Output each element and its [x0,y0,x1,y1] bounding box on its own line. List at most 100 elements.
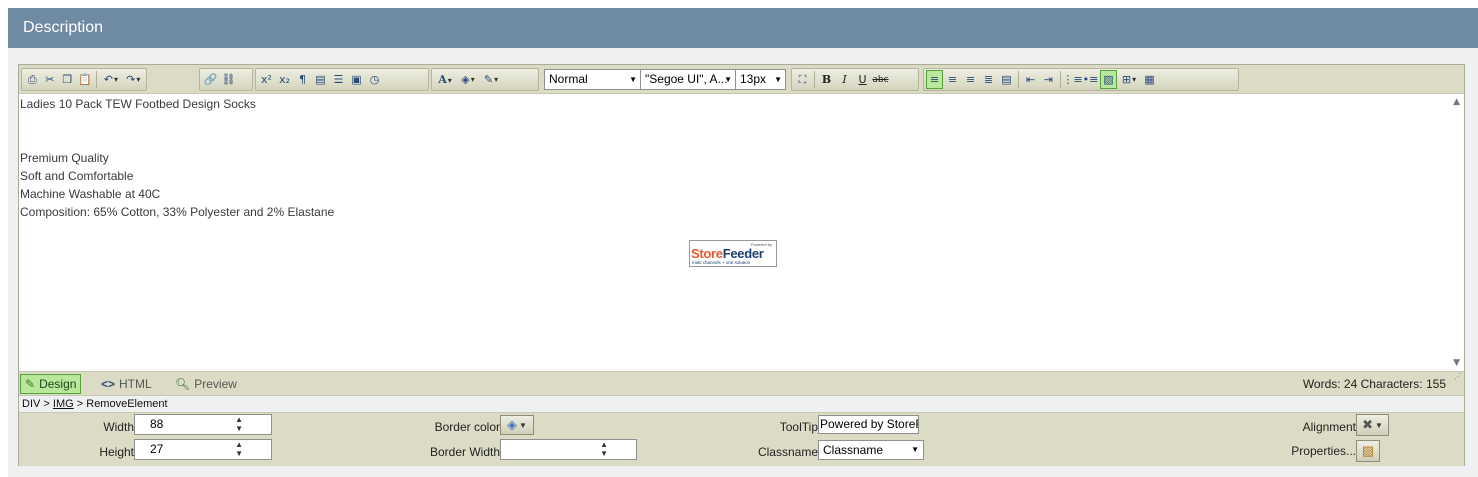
chevron-down-icon: ▼ [519,420,527,430]
toolbar-group-text-style: ⛶ B I U abc [791,68,919,91]
undo-icon[interactable]: ↶ [100,70,121,89]
resize-grip-icon[interactable]: ⋰ [1454,372,1462,381]
logo-tagline: multi channels + one solution [692,260,751,265]
tab-preview[interactable]: 🔍︎ Preview [171,374,241,394]
toolbar-group-insert: x² x₂ ¶ ▤ ☰ ▣ ◷ [255,68,429,91]
image-properties-button[interactable]: ▨ [1356,440,1380,462]
toolbar-group-colors: A ◈ ✎ [431,68,539,91]
width-value: 88 [150,417,164,431]
logo-brand-store: Store [691,246,723,261]
image-properties-panel: Width 88 ▲ ▼ Height 27 ▲ ▼ Border color ◈ … [19,412,1464,466]
width-input[interactable]: 88 ▲ ▼ [134,414,272,435]
outdent-icon[interactable]: ⇤ [1022,70,1039,89]
format-select[interactable]: Normal ▼ [544,69,641,90]
indent-icon[interactable]: ⇥ [1040,70,1057,89]
height-input[interactable]: 27 ▲ ▼ [134,439,272,460]
logo-brand-feeder: Feeder [722,246,764,261]
properties-label: Properties... [1291,444,1356,458]
image-map-icon[interactable]: ▦ [1141,70,1158,89]
spinner-arrows-icon[interactable]: ▲ ▼ [600,440,608,458]
bulleted-list-icon[interactable]: •≡ [1082,70,1099,89]
word-character-count: Words: 24 Characters: 155 [1302,377,1446,391]
spinner-arrows-icon[interactable]: ▲ ▼ [235,415,243,433]
mode-bar: ✎ Design <> HTML 🔍︎ Preview Words: 24 Ch… [19,371,1464,395]
chevron-down-icon: ▼ [724,75,732,84]
insert-form-icon[interactable]: ▣ [348,70,365,89]
editor-content[interactable]: Ladies 10 Pack TEW Footbed Design Socks … [19,93,1464,371]
tab-html[interactable]: <> HTML [97,374,156,394]
toolbar-group-paragraph: ≡ ≡ ≡ ≣ ▤ ⇤ ⇥ ⋮≡ •≡ ▨ ⊞ ▦ [923,68,1239,91]
scroll-up-icon[interactable]: ▲ [1453,97,1460,107]
breadcrumb-separator: > [76,398,84,410]
paste-icon[interactable]: 📋 [77,70,94,89]
align-center-icon[interactable]: ≡ [944,70,961,89]
border-width-input[interactable]: ▲ ▼ [500,439,637,460]
height-value: 27 [150,442,164,456]
italic-icon[interactable]: I [836,70,853,89]
pencil-icon: ✎ [25,377,36,391]
toolbar-separator [814,71,815,88]
toolbar-separator [1018,71,1019,88]
breadcrumb-separator: > [43,398,50,410]
strikethrough-icon[interactable]: abc [872,70,889,89]
horizontal-rule-icon[interactable]: ☰ [330,70,347,89]
format-select-value: Normal [549,72,588,86]
height-label: Height [99,445,134,459]
breadcrumb-remove-element[interactable]: RemoveElement [86,398,167,410]
chevron-down-icon: ▼ [629,75,637,84]
spinner-arrows-icon[interactable]: ▲ ▼ [235,440,243,458]
magnifier-icon: 🔍︎ [175,377,191,391]
underline-icon[interactable]: U [854,70,871,89]
toolbar-separator [1060,71,1061,88]
code-icon: <> [101,377,116,391]
justify-icon[interactable]: ≣ [980,70,997,89]
tab-html-label: HTML [119,377,152,391]
content-line: Machine Washable at 40C [20,187,161,201]
classname-select[interactable]: Classname ▼ [818,440,924,460]
content-line: Composition: 65% Cotton, 33% Polyester a… [20,205,335,219]
image-manager-icon[interactable]: ▨ [1100,70,1117,89]
copy-icon[interactable]: ❐ [59,70,76,89]
font-select-value: "Segoe UI", A... [645,72,728,86]
toolbar-separator [96,71,98,88]
scroll-down-icon[interactable]: ▼ [1453,358,1460,368]
insert-date-icon[interactable]: ◷ [366,70,383,89]
tooltip-input[interactable]: Powered by StoreF [818,415,919,434]
subscript-icon[interactable]: x₂ [276,70,293,89]
insert-paragraph-icon[interactable]: ▤ [312,70,329,89]
tab-preview-label: Preview [194,377,237,391]
fullscreen-icon[interactable]: ⛶ [794,70,811,89]
background-color-icon[interactable]: ◈ [457,70,479,89]
apply-css-icon[interactable]: ✎ [480,70,502,89]
border-color-picker[interactable]: ◈ ▼ [500,415,534,435]
size-select-value: 13px [740,72,767,86]
breadcrumb-img[interactable]: IMG [53,398,74,410]
rich-text-editor: ⎙ ✂ ❐ 📋 ↶ ↷ 🔗 ⛓ x² x₂ ¶ ▤ ☰ ▣ ◷ A ◈ ✎ No… [18,64,1465,466]
redo-icon[interactable]: ↷ [123,70,144,89]
alignment-dropdown[interactable]: ✖ ▼ [1356,414,1389,436]
storefeeder-logo-image[interactable]: Powered by StoreFeeder multi channels + … [689,240,777,267]
size-select[interactable]: 13px ▼ [735,69,786,90]
insert-link-icon[interactable]: 🔗 [202,70,219,89]
paint-bucket-icon: ◈ [507,417,518,432]
paragraph-icon[interactable]: ¶ [294,70,311,89]
align-right-icon[interactable]: ≡ [962,70,979,89]
table-icon[interactable]: ⊞ [1118,70,1140,89]
font-color-icon[interactable]: A [434,70,456,89]
breadcrumb-div[interactable]: DIV [22,398,40,410]
font-select[interactable]: "Segoe UI", A... ▼ [640,69,736,90]
toolbar-group-clipboard: ⎙ ✂ ❐ 📋 ↶ ↷ [21,68,147,91]
remove-link-icon[interactable]: ⛓ [220,70,237,89]
tab-design[interactable]: ✎ Design [20,374,82,394]
numbered-list-icon[interactable]: ⋮≡ [1062,70,1082,89]
cut-icon[interactable]: ✂ [42,70,59,89]
superscript-icon[interactable]: x² [258,70,275,89]
print-icon[interactable]: ⎙ [24,70,41,89]
image-properties-icon: ▨ [1361,443,1375,458]
align-left-icon[interactable]: ≡ [926,70,943,89]
content-line: Ladies 10 Pack TEW Footbed Design Socks [20,97,256,111]
remove-alignment-icon[interactable]: ▤ [998,70,1015,89]
dom-path-breadcrumb: DIV > IMG > RemoveElement [19,395,1464,412]
bold-icon[interactable]: B [818,70,835,89]
chevron-down-icon: ▼ [1374,420,1383,430]
